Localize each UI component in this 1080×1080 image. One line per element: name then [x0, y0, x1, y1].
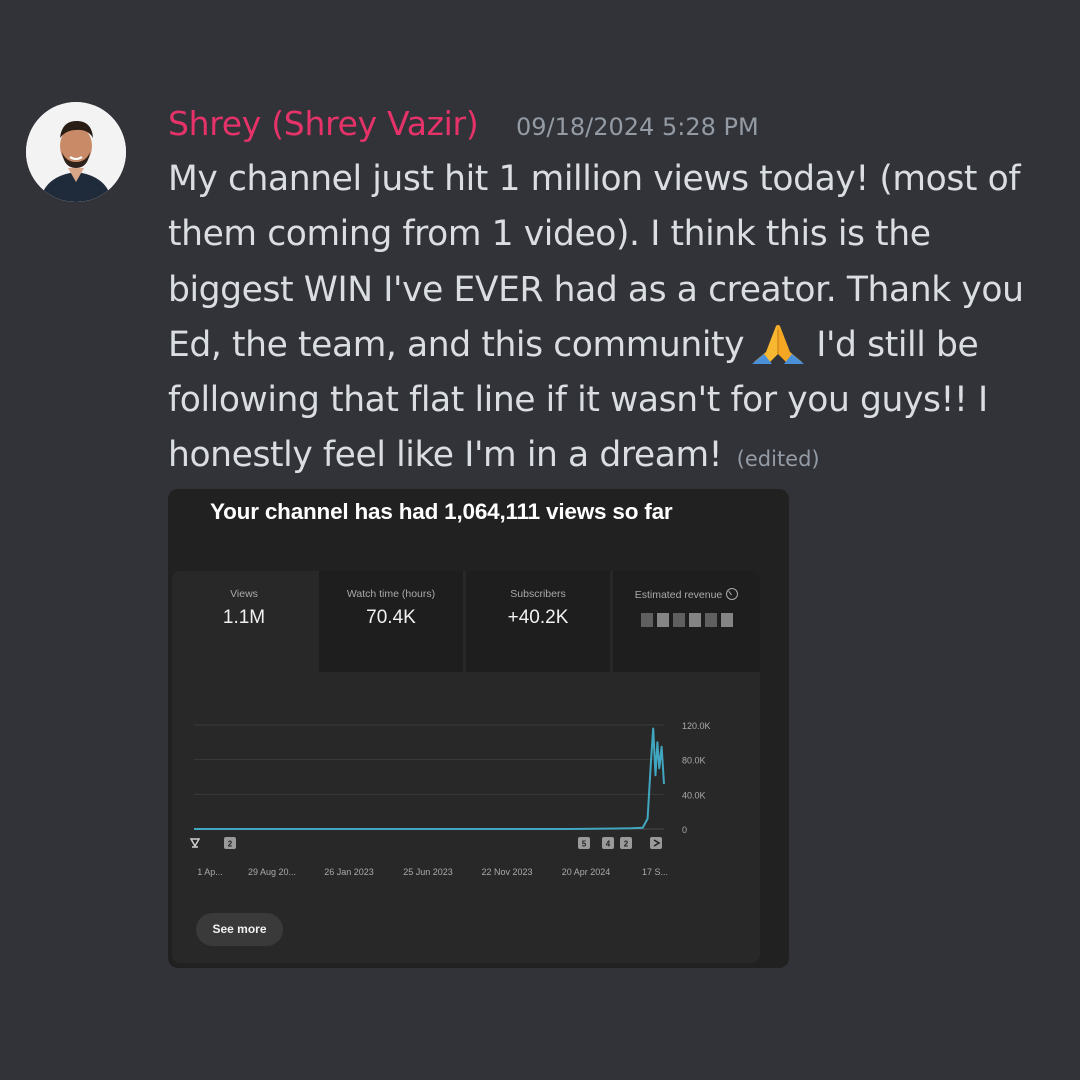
author-name[interactable]: Shrey (Shrey Vazir)	[168, 104, 479, 143]
message-content: My channel just hit 1 million views toda…	[168, 152, 1048, 488]
embed-title: Your channel has had 1,064,111 views so …	[210, 499, 673, 524]
edited-indicator: (edited)	[736, 447, 820, 472]
avatar-photo	[26, 102, 126, 202]
x-tick-label: 26 Jan 2023	[324, 867, 374, 877]
y-tick-label: 0	[682, 825, 687, 835]
x-tick-label: 17 S...	[642, 867, 668, 877]
views-line-chart: 120.0K 80.0K 40.0K 0 2 5 4 2 1 Ap... 29 Aug 20...…	[189, 721, 711, 877]
chart-marker-label: 5	[582, 840, 587, 849]
folded-hands-emoji-icon	[752, 324, 805, 364]
message-line-last: honestly feel like I'm in a dream! (edit…	[168, 428, 1048, 487]
views-series-line	[194, 727, 665, 830]
message-text: Ed, the team, and this community	[168, 324, 745, 365]
y-tick-label: 40.0K	[682, 790, 706, 800]
chart-marker-label: 2	[624, 840, 629, 849]
message-timestamp: 09/18/2024 5:28 PM	[516, 113, 759, 141]
upload-marker-icon[interactable]	[189, 838, 201, 848]
chart-marker-label: 4	[606, 840, 611, 849]
chart-marker-label: 2	[228, 840, 233, 849]
image-attachment[interactable]: Your channel has had 1,064,111 views so …	[168, 489, 789, 968]
y-tick-label: 120.0K	[682, 721, 711, 731]
message-text: I'd still be	[816, 324, 979, 365]
x-tick-label: 1 Ap...	[197, 867, 223, 877]
message-line: them coming from 1 video). I think this …	[168, 214, 931, 255]
see-more-button[interactable]: See more	[196, 913, 283, 946]
message-line-with-emoji: Ed, the team, and this community I'd sti…	[168, 318, 1048, 373]
author-avatar[interactable]	[26, 102, 126, 202]
x-tick-label: 25 Jun 2023	[403, 867, 453, 877]
message-text: honestly feel like I'm in a dream!	[168, 435, 723, 476]
message-line: following that flat line if it wasn't fo…	[168, 380, 988, 421]
x-tick-label: 20 Apr 2024	[562, 867, 611, 877]
x-tick-label: 29 Aug 20...	[248, 867, 296, 877]
y-tick-label: 80.0K	[682, 756, 706, 766]
x-tick-label: 22 Nov 2023	[481, 867, 532, 877]
analytics-panel: Views 1.1M Watch time (hours) 70.4K Subs…	[172, 571, 760, 963]
message-line: My channel just hit 1 million views toda…	[168, 159, 1021, 199]
message-line: biggest WIN I've EVER had as a creator. …	[168, 269, 1024, 310]
